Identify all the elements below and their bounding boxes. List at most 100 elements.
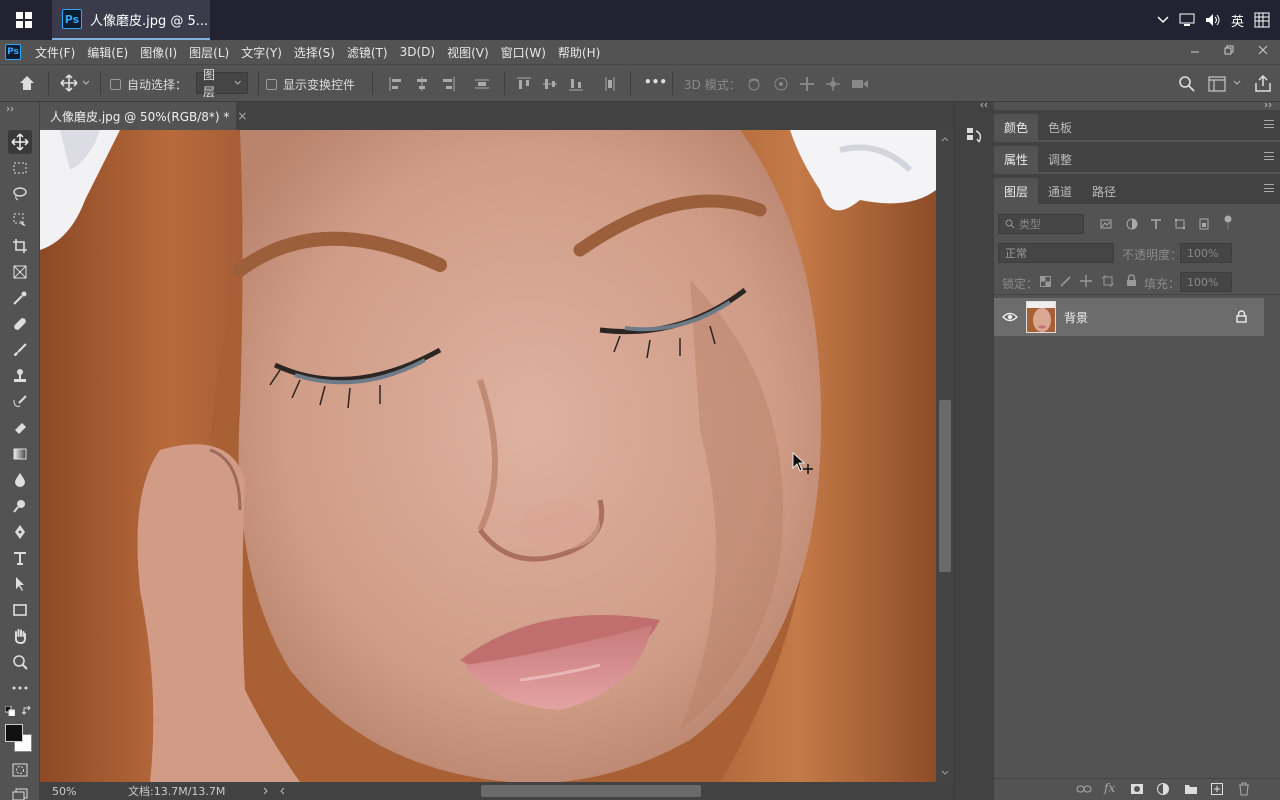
ime-indicator[interactable]: 英 [1231, 11, 1244, 30]
zoom-tool[interactable] [8, 650, 32, 674]
zoom-level[interactable]: 50% [40, 785, 88, 798]
auto-select-dropdown[interactable]: 图层 [196, 68, 248, 99]
new-layer-icon[interactable] [1210, 782, 1224, 796]
workspace-icon[interactable] [1208, 76, 1226, 92]
menu-type[interactable]: 文字(Y) [235, 44, 288, 61]
foreground-color-swatch[interactable] [5, 724, 23, 742]
move-tool[interactable] [8, 130, 32, 154]
hand-tool[interactable] [8, 624, 32, 648]
layer-row[interactable]: 背景 [994, 298, 1264, 336]
close-tab-button[interactable]: × [237, 109, 247, 123]
status-menu-chevron-icon[interactable] [263, 787, 269, 795]
tab-paths[interactable]: 路径 [1082, 178, 1126, 204]
panel-menu-icon[interactable] [1264, 184, 1274, 192]
menu-view[interactable]: 视图(V) [441, 44, 495, 61]
lock-transparent-icon[interactable] [1040, 276, 1051, 287]
chevron-down-icon[interactable] [1233, 80, 1241, 86]
align-horizontal-center-icon[interactable] [414, 76, 430, 92]
3d-pan-icon[interactable] [799, 76, 815, 92]
lock-position-icon[interactable] [1080, 275, 1092, 287]
close-button[interactable] [1246, 40, 1280, 60]
filter-toggle-icon[interactable] [1224, 215, 1232, 231]
lock-all-icon[interactable] [1126, 274, 1137, 287]
tab-adjustments[interactable]: 调整 [1038, 146, 1082, 172]
crop-tool[interactable] [8, 234, 32, 258]
dodge-tool[interactable] [8, 494, 32, 518]
chevron-up-icon[interactable] [1157, 16, 1169, 24]
tool-preset-picker[interactable] [60, 74, 90, 92]
quick-mask-icon[interactable] [12, 763, 28, 777]
link-layers-icon[interactable] [1076, 783, 1092, 795]
align-bottom-icon[interactable] [568, 76, 584, 92]
align-vertical-center-icon[interactable] [542, 76, 558, 92]
blur-tool[interactable] [8, 468, 32, 492]
keyboard-grid-icon[interactable] [1254, 12, 1270, 28]
horizontal-scrollbar-thumb[interactable] [481, 785, 702, 797]
tab-properties[interactable]: 属性 [994, 146, 1039, 172]
edit-toolbar-button[interactable] [8, 676, 32, 700]
layer-filter-dropdown[interactable]: 类型 [998, 214, 1084, 234]
default-colors-icon[interactable] [5, 706, 15, 716]
more-options-button[interactable]: ••• [644, 75, 667, 89]
home-button[interactable] [18, 74, 36, 92]
object-selection-tool[interactable] [8, 208, 32, 232]
collapse-chevron-icon[interactable] [979, 102, 989, 108]
add-mask-icon[interactable] [1130, 782, 1144, 796]
clone-stamp-tool[interactable] [8, 364, 32, 388]
tab-channels[interactable]: 通道 [1038, 178, 1082, 204]
scrollbar-thumb[interactable] [939, 400, 951, 572]
eye-icon[interactable] [1002, 311, 1018, 323]
new-group-icon[interactable] [1184, 782, 1198, 796]
align-left-icon[interactable] [388, 76, 404, 92]
menu-edit[interactable]: 编辑(E) [81, 44, 134, 61]
lock-artboard-icon[interactable] [1102, 275, 1114, 287]
opacity-input[interactable]: 100% [1180, 243, 1232, 263]
search-icon[interactable] [1178, 75, 1196, 93]
eyedropper-tool[interactable] [8, 286, 32, 310]
rectangle-tool[interactable] [8, 598, 32, 622]
layer-lock-icon[interactable] [1236, 310, 1247, 323]
history-panel-icon[interactable] [965, 126, 985, 146]
3d-roll-icon[interactable] [773, 76, 789, 92]
screen-mode-icon[interactable] [12, 788, 28, 800]
fill-input[interactable]: 100% [1180, 272, 1232, 292]
eraser-tool[interactable] [8, 416, 32, 440]
3d-slide-icon[interactable] [825, 76, 841, 92]
volume-icon[interactable] [1205, 13, 1221, 27]
distribute-icon[interactable] [474, 76, 490, 92]
filter-type-icon[interactable] [1150, 218, 1162, 230]
distribute-vertical-icon[interactable] [602, 76, 618, 92]
filter-shape-icon[interactable] [1174, 218, 1186, 230]
scroll-left-icon[interactable] [279, 787, 285, 795]
taskbar-photoshop-app[interactable]: Ps 人像磨皮.jpg @ 5... [52, 0, 210, 40]
menu-file[interactable]: 文件(F) [29, 44, 81, 61]
3d-orbit-icon[interactable] [746, 76, 762, 92]
panel-menu-icon[interactable] [1264, 120, 1274, 128]
menu-3d[interactable]: 3D(D) [394, 45, 441, 59]
scroll-up-icon[interactable] [941, 136, 949, 142]
windows-start-button[interactable] [0, 0, 48, 40]
frame-tool[interactable] [8, 260, 32, 284]
tab-layers[interactable]: 图层 [994, 178, 1039, 204]
filter-smart-object-icon[interactable] [1198, 218, 1210, 230]
collapse-chevron-icon[interactable] [6, 106, 16, 112]
menu-help[interactable]: 帮助(H) [552, 44, 606, 61]
menu-select[interactable]: 选择(S) [288, 44, 341, 61]
share-icon[interactable] [1254, 75, 1272, 93]
marquee-tool[interactable] [8, 156, 32, 180]
gradient-tool[interactable] [8, 442, 32, 466]
tab-swatches[interactable]: 色板 [1038, 114, 1082, 140]
panel-menu-icon[interactable] [1264, 152, 1274, 160]
filter-adjustment-icon[interactable] [1126, 218, 1138, 230]
menu-filter[interactable]: 滤镜(T) [341, 44, 394, 61]
menu-layer[interactable]: 图层(L) [183, 44, 235, 61]
history-brush-tool[interactable] [8, 390, 32, 414]
lasso-tool[interactable] [8, 182, 32, 206]
brush-tool[interactable] [8, 338, 32, 362]
blend-mode-dropdown[interactable]: 正常 [998, 243, 1114, 263]
auto-select-checkbox[interactable] [110, 79, 121, 90]
filter-pixel-icon[interactable] [1100, 218, 1112, 230]
align-right-icon[interactable] [440, 76, 456, 92]
swap-colors-icon[interactable] [22, 706, 32, 716]
type-tool[interactable] [8, 546, 32, 570]
